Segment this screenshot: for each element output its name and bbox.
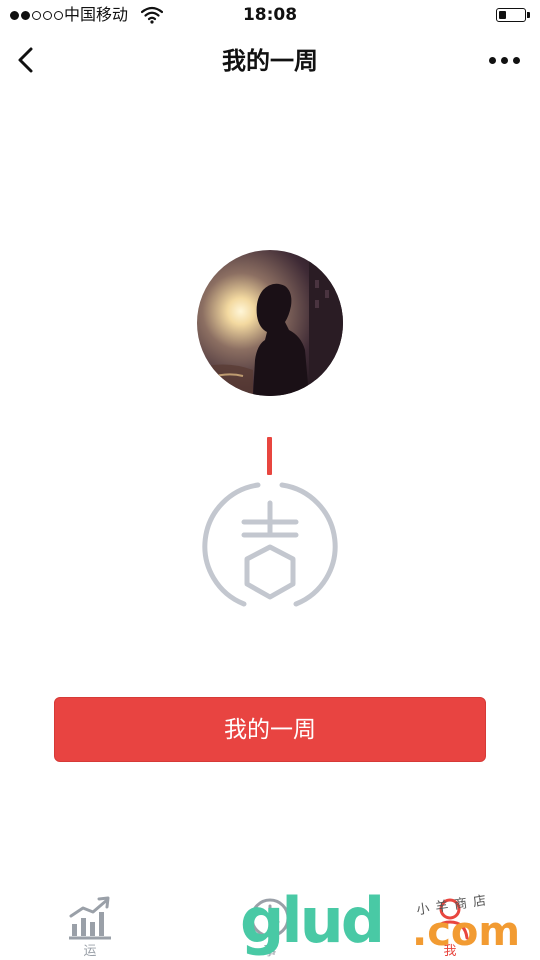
tab-label: 运 <box>83 944 97 959</box>
clock-icon <box>250 898 290 938</box>
ji-logo-icon <box>202 482 338 607</box>
tab-label: 我 <box>443 944 457 959</box>
navigation-bar: 我的一周 <box>0 32 540 88</box>
status-time: 18:08 <box>242 5 298 25</box>
more-dot-icon <box>512 56 520 64</box>
battery-level <box>499 11 506 19</box>
more-dot-icon <box>488 56 496 64</box>
tab-fortune[interactable]: 运 <box>35 880 145 960</box>
tab-label: 事 <box>263 944 277 959</box>
more-dot-icon <box>500 56 508 64</box>
avatar-photo <box>197 250 343 396</box>
tab-events[interactable]: 事 <box>215 880 325 960</box>
avatar <box>197 250 343 396</box>
status-bar: 中国移动 18:08 <box>0 0 540 32</box>
page-title: 我的一周 <box>222 47 318 75</box>
user-icon <box>431 898 469 940</box>
more-options-button[interactable] <box>482 42 526 78</box>
tab-me[interactable]: 我 <box>395 880 505 960</box>
chart-icon <box>69 896 111 940</box>
my-week-button[interactable]: 我的一周 <box>54 697 486 762</box>
battery-icon <box>496 8 526 22</box>
connector-line <box>267 437 272 475</box>
tab-bar: 运 事 我 <box>0 880 540 960</box>
